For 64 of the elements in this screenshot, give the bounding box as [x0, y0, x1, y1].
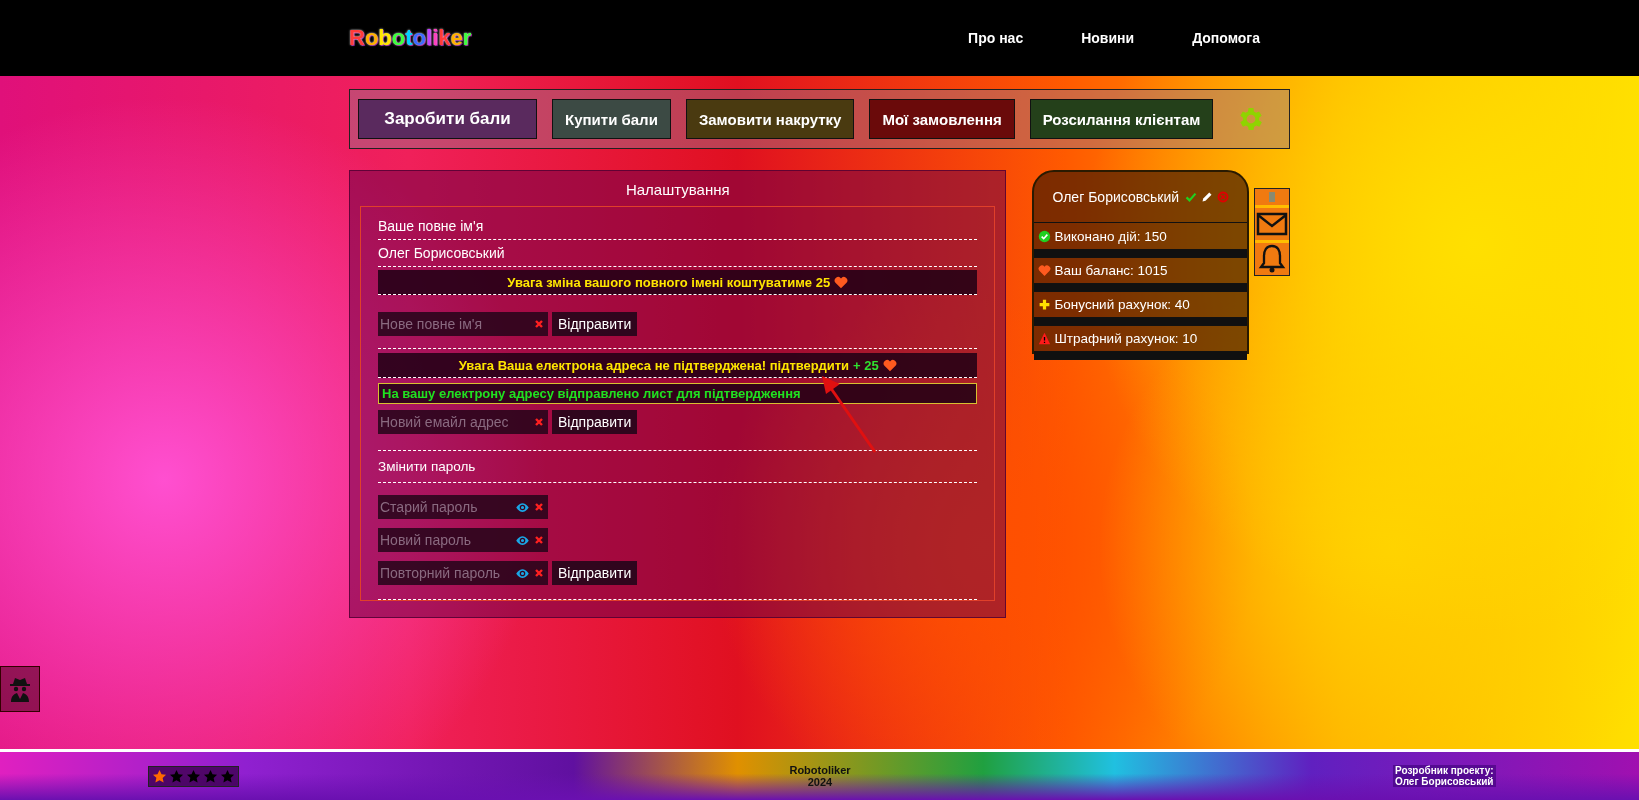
warning-text: Увага зміна вашого повного імені коштуватиме 25: [507, 274, 831, 290]
submit-button[interactable]: Відправити: [552, 312, 638, 336]
plus-icon: [1038, 297, 1052, 311]
eye-icon[interactable]: [515, 501, 530, 513]
clear-icon[interactable]: [534, 502, 544, 512]
password-input[interactable]: Повторний пароль: [380, 565, 511, 581]
star-icon[interactable]: [152, 768, 167, 784]
bonus-amount: + 25: [853, 357, 879, 373]
star-icon[interactable]: [203, 768, 218, 784]
star-icon[interactable]: [169, 768, 184, 784]
password-input[interactable]: Новий пароль: [380, 532, 511, 548]
nav-link[interactable]: Новини: [1081, 30, 1135, 46]
password-field[interactable]: Старий пароль: [378, 495, 548, 519]
warning-text: Увага Ваша електрона адреса не підтверджена! підтвердити: [458, 357, 850, 373]
footer-brand: Robotoliker: [789, 764, 851, 776]
notice-message: На вашу електрону адресу відправлено лист для підтвердження: [378, 383, 978, 404]
full-name: Олег Борисовський: [378, 240, 978, 267]
clear-icon[interactable]: [534, 319, 544, 329]
email-input[interactable]: Новий емайл адрес: [380, 414, 530, 430]
section-label: Змінити пароль: [378, 451, 978, 483]
check-circle-icon: [1038, 229, 1052, 243]
menu-button[interactable]: Купити бали: [552, 99, 671, 139]
heart-icon: [1038, 263, 1052, 277]
heart-icon: [882, 358, 897, 372]
nav-link[interactable]: Допомога: [1192, 30, 1260, 46]
developer-name: Олег Борисовський: [1395, 776, 1494, 787]
email-field[interactable]: Новий емайл адрес: [378, 410, 548, 434]
password-field[interactable]: Повторний пароль: [378, 561, 548, 585]
submit-button[interactable]: Відправити: [552, 410, 638, 434]
warning-icon: [1038, 331, 1052, 345]
bell-icon[interactable]: [1255, 243, 1289, 275]
mail-icon[interactable]: [1255, 208, 1289, 240]
submit-button[interactable]: Відправити: [552, 561, 638, 585]
panel-title: Налаштування: [624, 180, 731, 200]
stat-text: Штрафний рахунок: 10: [1054, 330, 1198, 346]
checkmark-icon: [1185, 191, 1197, 203]
clear-icon[interactable]: [534, 417, 544, 427]
footer-year: 2024: [807, 776, 833, 788]
pencil-icon[interactable]: [1201, 191, 1213, 203]
clear-icon[interactable]: [534, 535, 544, 545]
name-field[interactable]: Нове повне ім'я: [378, 312, 548, 336]
name-input[interactable]: Нове повне ім'я: [380, 316, 530, 332]
nav-link[interactable]: Про нас: [968, 30, 1024, 46]
menu-button[interactable]: Мої замовлення: [869, 99, 1015, 139]
eye-icon[interactable]: [515, 567, 530, 579]
incognito-button[interactable]: [0, 666, 40, 712]
developer-label: Розробник проекту:: [1395, 765, 1494, 776]
stat-text: Виконано дій: 150: [1054, 228, 1167, 244]
logo[interactable]: Robotoliker: [349, 25, 472, 51]
star-icon[interactable]: [186, 768, 201, 784]
stat-text: Бонусний рахунок: 40: [1054, 296, 1190, 312]
menu-button[interactable]: Заробити бали: [358, 99, 537, 139]
user-name: Олег Борисовський: [1052, 189, 1179, 205]
stat-text: Ваш баланс: 1015: [1054, 262, 1168, 278]
password-input[interactable]: Старий пароль: [380, 499, 511, 515]
heart-icon: [834, 275, 849, 289]
star-icon[interactable]: [220, 768, 235, 784]
menu-button[interactable]: Замовити накрутку: [685, 99, 855, 139]
clear-icon[interactable]: [534, 568, 544, 578]
menu-button[interactable]: Розсилання клієнтам: [1029, 99, 1214, 139]
password-field[interactable]: Новий пароль: [378, 528, 548, 552]
eye-icon[interactable]: [515, 534, 530, 546]
field-label: Ваше повне ім'я: [378, 213, 978, 240]
spy-icon: [8, 676, 32, 702]
